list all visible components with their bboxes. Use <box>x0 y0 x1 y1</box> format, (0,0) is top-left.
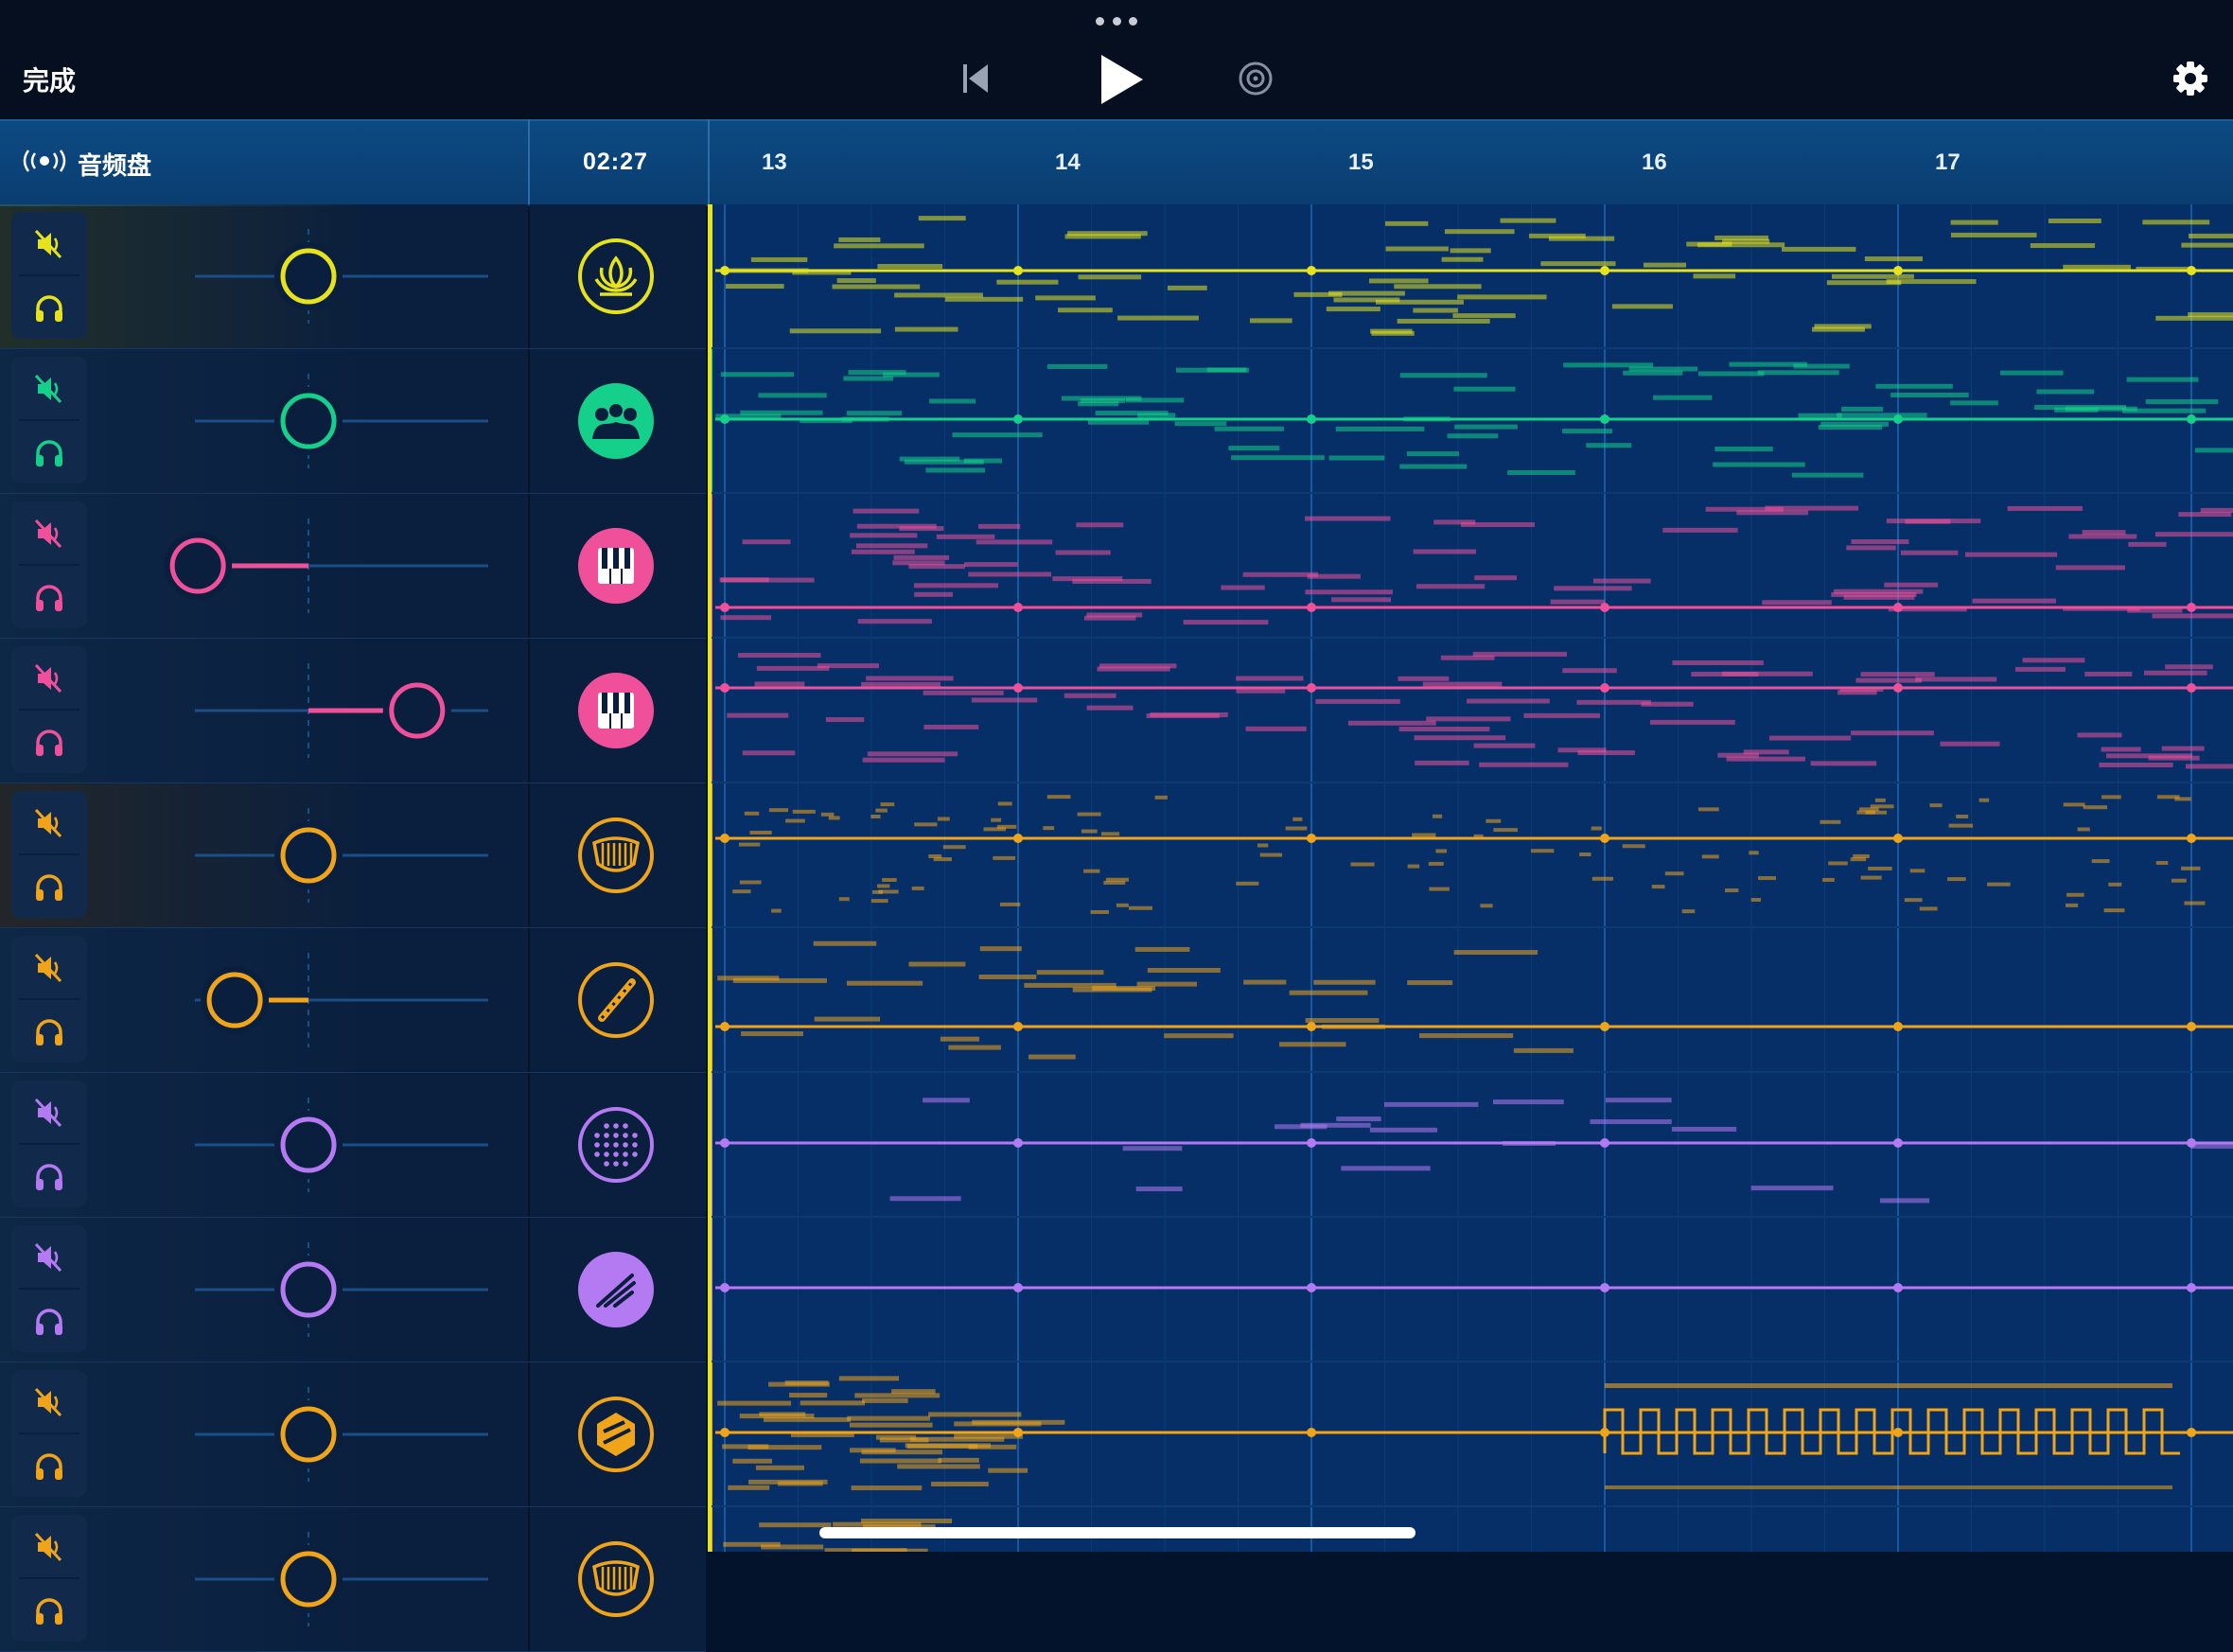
pan-slider[interactable] <box>114 349 511 494</box>
pan-slider[interactable] <box>114 783 511 928</box>
harp-icon[interactable] <box>577 1540 655 1618</box>
pan-slider[interactable] <box>114 639 511 783</box>
mute-speaker-icon[interactable] <box>32 661 66 695</box>
mute-speaker-icon[interactable] <box>32 1240 66 1274</box>
pan-slider[interactable] <box>114 494 511 639</box>
mute-solo-group <box>11 791 87 918</box>
timeline-canvas[interactable] <box>708 204 2233 1552</box>
track-controls <box>0 204 528 349</box>
mute-solo-group <box>11 357 87 483</box>
piano-icon[interactable] <box>577 672 655 749</box>
track-controls <box>0 349 528 494</box>
mute-speaker-icon[interactable] <box>32 806 66 840</box>
audio-broadcast-icon <box>23 149 66 172</box>
brush-synth-icon[interactable] <box>577 1251 655 1328</box>
track-controls <box>0 783 528 928</box>
pan-slider[interactable] <box>114 1507 511 1652</box>
home-indicator[interactable] <box>819 1527 1415 1538</box>
audio-disc-label[interactable]: 音频盘 <box>78 147 151 182</box>
track-controls <box>0 639 528 783</box>
skip-back-icon[interactable] <box>961 61 990 97</box>
harp-icon[interactable] <box>577 817 655 894</box>
bar-number-14[interactable]: 14 <box>1055 149 1081 176</box>
pan-slider[interactable] <box>114 1362 511 1507</box>
header-divider <box>528 119 530 204</box>
track-controls <box>0 928 528 1073</box>
mute-speaker-icon[interactable] <box>32 1385 66 1419</box>
record-disc-icon[interactable] <box>1238 61 1274 97</box>
instrument-cell[interactable] <box>530 1507 706 1652</box>
track-controls <box>0 1507 528 1652</box>
mute-solo-group <box>11 646 87 773</box>
top-toolbar: 完成 <box>0 0 2233 119</box>
instrument-cell[interactable] <box>530 783 706 928</box>
solo-headphones-icon[interactable] <box>32 1160 66 1194</box>
gear-icon[interactable] <box>2172 61 2208 97</box>
timeline-header <box>0 119 2233 206</box>
bar-number-17[interactable]: 17 <box>1935 149 1960 176</box>
solo-headphones-icon[interactable] <box>32 1594 66 1628</box>
mute-solo-group <box>11 1081 87 1207</box>
track-controls <box>0 1218 528 1362</box>
instrument-cell[interactable] <box>530 928 706 1073</box>
bar-number-13[interactable]: 13 <box>762 149 787 176</box>
pan-slider[interactable] <box>114 928 511 1073</box>
mute-speaker-icon[interactable] <box>32 227 66 261</box>
instrument-cell[interactable] <box>530 1362 706 1507</box>
solo-headphones-icon[interactable] <box>32 1450 66 1484</box>
pan-slider[interactable] <box>114 1073 511 1218</box>
mute-solo-group <box>11 212 87 339</box>
solo-headphones-icon[interactable] <box>32 581 66 615</box>
mute-speaker-icon[interactable] <box>32 517 66 551</box>
instrument-cell[interactable] <box>530 1218 706 1362</box>
track-controls <box>0 494 528 639</box>
solo-headphones-icon[interactable] <box>32 870 66 905</box>
mute-speaker-icon[interactable] <box>32 951 66 985</box>
header-divider <box>708 119 710 204</box>
done-button[interactable]: 完成 <box>23 61 76 98</box>
solo-headphones-icon[interactable] <box>32 1015 66 1049</box>
lotus-icon[interactable] <box>577 237 655 315</box>
mute-speaker-icon[interactable] <box>32 1530 66 1564</box>
bar-number-15[interactable]: 15 <box>1348 149 1374 176</box>
pan-slider[interactable] <box>114 1218 511 1362</box>
choir-icon[interactable] <box>577 382 655 460</box>
flute-icon[interactable] <box>577 961 655 1039</box>
instrument-cell[interactable] <box>530 1073 706 1218</box>
track-controls <box>0 1362 528 1507</box>
instrument-cell[interactable] <box>530 204 706 349</box>
instrument-cell[interactable] <box>530 639 706 783</box>
dotted-sphere-icon[interactable] <box>577 1106 655 1184</box>
solo-headphones-icon[interactable] <box>32 291 66 325</box>
mute-solo-group <box>11 936 87 1063</box>
solo-headphones-icon[interactable] <box>32 726 66 760</box>
mute-speaker-icon[interactable] <box>32 1096 66 1130</box>
mute-solo-group <box>11 501 87 628</box>
solo-headphones-icon[interactable] <box>32 436 66 470</box>
time-readout: 02:27 <box>583 149 648 175</box>
instrument-cell[interactable] <box>530 349 706 494</box>
mute-speaker-icon[interactable] <box>32 372 66 406</box>
track-controls <box>0 1073 528 1218</box>
instrument-cell[interactable] <box>530 494 706 639</box>
mute-solo-group <box>11 1225 87 1352</box>
playhead[interactable] <box>708 204 712 1552</box>
bar-number-16[interactable]: 16 <box>1642 149 1667 176</box>
play-icon[interactable] <box>1098 53 1145 106</box>
solo-headphones-icon[interactable] <box>32 1305 66 1339</box>
hexagon-drum-icon[interactable] <box>577 1396 655 1473</box>
mute-solo-group <box>11 1515 87 1642</box>
mute-solo-group <box>11 1370 87 1497</box>
pan-slider[interactable] <box>114 204 511 349</box>
piano-icon[interactable] <box>577 527 655 605</box>
more-dots-icon[interactable] <box>1096 17 1137 26</box>
